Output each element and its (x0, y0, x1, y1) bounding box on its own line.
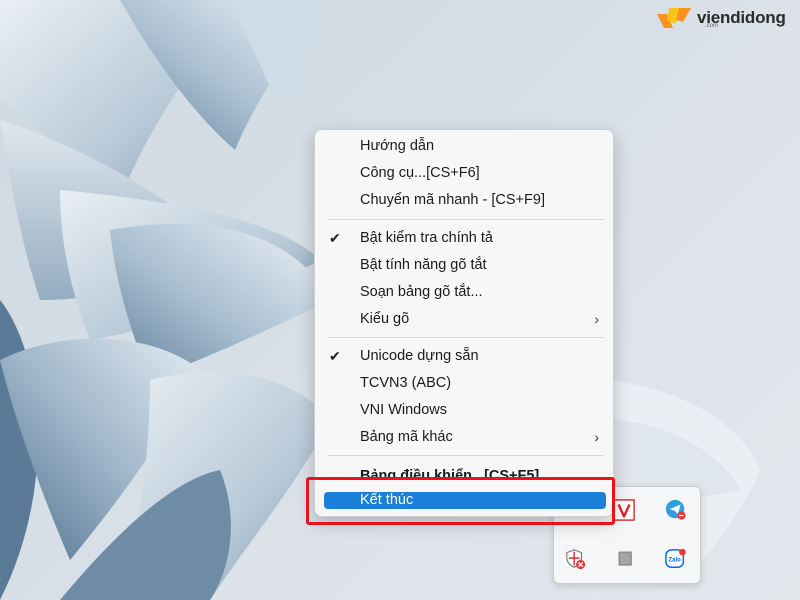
telegram-glyph (665, 499, 686, 520)
zalo-glyph: Zalo (665, 548, 686, 568)
check-icon: ✔ (329, 230, 341, 246)
chevron-right-icon: › (594, 311, 599, 327)
zalo-icon[interactable]: Zalo (664, 547, 688, 571)
menu-item-bang-ma-khac[interactable]: Bảng mã khác › (315, 424, 615, 450)
unikey-v-icon[interactable] (612, 498, 636, 522)
menu-item-kieu-go[interactable]: Kiểu gõ › (315, 306, 615, 332)
menu-item-label: Hướng dẫn (360, 138, 435, 154)
menu-item-label: Bảng điều khiển...[CS+F5] (360, 468, 540, 477)
menu-item-label: Công cụ...[CS+F6] (360, 165, 480, 181)
generic-app-icon[interactable] (614, 547, 638, 571)
brand-suffix: .com (705, 23, 719, 29)
chevron-right-icon: › (594, 429, 599, 445)
desktop: viendidong .com Zalo Hướng dẫn Công cụ..… (0, 0, 800, 600)
menu-item-label: Kiểu gõ (360, 311, 410, 327)
menu-item-label: Bật kiểm tra chính tả (360, 230, 493, 246)
unikey-context-menu: Hướng dẫn Công cụ...[CS+F6] Chuyển mã nh… (314, 129, 614, 517)
menu-item-soan-bang-go-tat[interactable]: Soạn bảng gõ tắt... (315, 279, 615, 305)
security-shield-icon[interactable] (564, 547, 588, 571)
menu-item-huong-dan[interactable]: Hướng dẫn (315, 133, 615, 159)
security-shield-glyph (566, 549, 586, 570)
menu-item-vni-windows[interactable]: VNI Windows (315, 397, 615, 423)
telegram-icon[interactable] (664, 498, 688, 522)
menu-item-go-tat[interactable]: Bật tính năng gõ tắt (315, 252, 615, 278)
generic-app-glyph (618, 551, 632, 566)
check-icon: ✔ (329, 348, 341, 364)
menu-item-label: Unicode dựng sẵn (360, 348, 479, 364)
watermark-logo: viendidong .com (655, 4, 786, 32)
annotation-highlight-box (306, 477, 615, 525)
menu-separator (328, 219, 604, 220)
unikey-v-glyph (613, 499, 635, 521)
menu-item-unicode-dung-san[interactable]: ✔ Unicode dựng sẵn (315, 343, 615, 369)
menu-item-label: Chuyển mã nhanh - [CS+F9] (360, 192, 545, 208)
menu-item-tcvn3[interactable]: TCVN3 (ABC) (315, 370, 615, 396)
menu-item-label: Bảng mã khác (360, 429, 453, 445)
menu-item-label: VNI Windows (360, 402, 448, 418)
zalo-text: Zalo (669, 557, 682, 563)
menu-item-label: TCVN3 (ABC) (360, 375, 452, 391)
menu-item-label: Bật tính năng gõ tắt (360, 257, 487, 273)
menu-item-label: Soạn bảng gõ tắt... (360, 284, 483, 300)
menu-item-cong-cu[interactable]: Công cụ...[CS+F6] (315, 160, 615, 186)
menu-item-bang-dieu-khien[interactable]: Bảng điều khiển...[CS+F5] (315, 463, 615, 477)
brand-mark-icon (657, 8, 691, 28)
menu-separator (328, 455, 604, 456)
menu-item-chuyen-ma-nhanh[interactable]: Chuyển mã nhanh - [CS+F9] (315, 187, 615, 213)
menu-item-kiem-tra-chinh-ta[interactable]: ✔ Bật kiểm tra chính tả (315, 225, 615, 251)
menu-separator (328, 337, 604, 338)
